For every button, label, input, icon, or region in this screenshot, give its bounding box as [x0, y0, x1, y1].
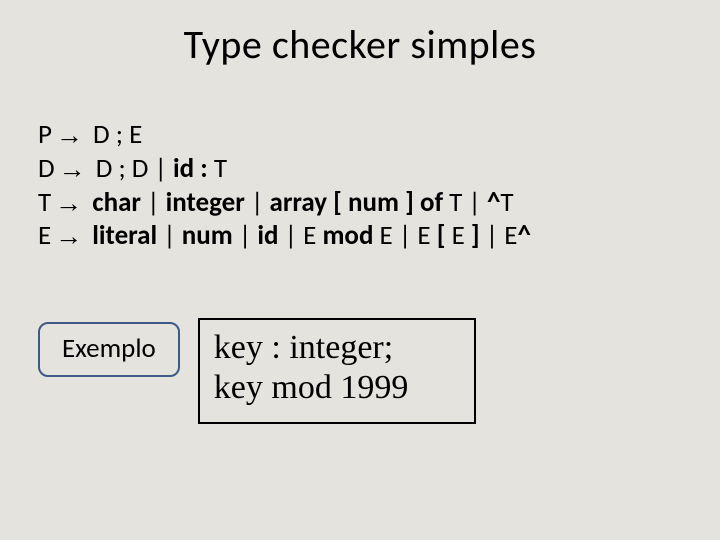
nonterminal-E: E [417, 219, 436, 252]
nonterminal-E: E [38, 219, 51, 252]
nonterminal-T: T [38, 186, 51, 219]
pipe: | [486, 219, 505, 252]
example-code-box: key : integer; key mod 1999 [198, 318, 477, 424]
grammar-line-2: D→ D ; D | id : T [38, 152, 531, 186]
nonterminal-E: E [452, 219, 471, 252]
pipe: | [468, 186, 487, 219]
grammar-line-1: P→ D ; E [38, 118, 531, 152]
arrow-icon: → [52, 119, 87, 153]
example-line-1: key : integer; [214, 328, 409, 368]
example-section: Exemplo key : integer; key mod 1999 [38, 318, 476, 424]
terminal-caret: ^ [517, 219, 530, 252]
slide: Type checker simples P→ D ; E D→ D ; D |… [0, 0, 720, 540]
grammar-line-4: E→ literal | num | id | E mod E | E [ E … [38, 219, 531, 253]
arrow-icon: → [55, 153, 90, 187]
pipe: | [251, 186, 270, 219]
terminal-lbracket: [ [437, 219, 452, 252]
nonterminal-T: T [214, 152, 227, 185]
terminal-id: id [257, 219, 284, 252]
grammar-line-3: T→ char | integer | array [ num ] of T |… [38, 186, 531, 220]
terminal-rbracket: ] [471, 219, 486, 252]
pipe: | [399, 219, 418, 252]
arrow-icon: → [51, 187, 86, 221]
terminal-num: num [182, 219, 239, 252]
grammar-block: P→ D ; E D→ D ; D | id : T T→ char | int… [38, 118, 531, 253]
nonterminal-P: P [38, 118, 52, 151]
example-label: Exemplo [62, 332, 156, 365]
example-line-2: key mod 1999 [214, 368, 409, 408]
terminal-array-num-of: array [ num ] of [270, 186, 450, 219]
pipe: | [285, 219, 304, 252]
nonterminal-D: D [38, 152, 55, 185]
terminal-integer: integer [166, 186, 251, 219]
grammar-line-2-rhs-plain: D ; D | [90, 152, 173, 185]
nonterminal-E: E [380, 219, 399, 252]
pipe: | [147, 186, 166, 219]
example-label-box: Exemplo [38, 322, 180, 377]
terminal-mod: mod [322, 219, 379, 252]
pipe: | [163, 219, 182, 252]
nonterminal-T: T [449, 186, 468, 219]
pipe: | [239, 219, 258, 252]
terminal-char: char [86, 186, 147, 219]
arrow-icon: → [51, 220, 86, 254]
slide-title: Type checker simples [0, 0, 720, 69]
terminal-id-colon: id : [173, 152, 214, 185]
nonterminal-E: E [303, 219, 322, 252]
nonterminal-T: T [500, 186, 513, 219]
grammar-line-1-rhs: D ; E [87, 118, 142, 151]
terminal-caret: ^ [487, 186, 500, 219]
nonterminal-E: E [504, 219, 517, 252]
terminal-literal: literal [86, 219, 163, 252]
